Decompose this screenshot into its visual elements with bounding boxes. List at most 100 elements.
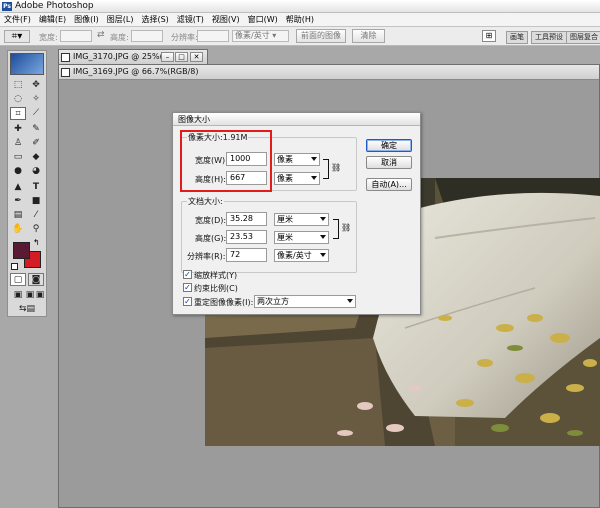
lasso-icon[interactable]: ◌ [10,93,26,106]
menu-image[interactable]: 图像(I) [70,13,103,26]
dialog-titlebar[interactable]: 图像大小 [173,113,420,126]
constrain-link-bracket [333,219,339,239]
clone-stamp-icon[interactable]: ♙ [10,137,26,150]
resample-label: 重定图像像素(I): [194,298,254,307]
menu-filter[interactable]: 滤镜(T) [173,13,208,26]
panel-tab-brushes[interactable]: 画笔 [506,31,528,44]
document-icon [61,53,70,62]
auto-button[interactable]: 自动(A)... [366,178,412,191]
paint-bucket-icon[interactable]: ◆ [28,151,44,164]
history-brush-icon[interactable]: ✐ [28,137,44,150]
standard-mode-icon[interactable]: ▢ [10,273,26,286]
menu-layer[interactable]: 图层(L) [103,13,138,26]
document-size-legend: 文档大小: [187,196,224,207]
menu-bar: 文件(F) 编辑(E) 图像(I) 图层(L) 选择(S) 滤镜(T) 视图(V… [0,13,600,27]
clear-button[interactable]: 清除 [352,29,385,43]
chevron-down-icon [320,253,326,257]
eraser-icon[interactable]: ▭ [10,151,26,164]
panel-tab-tool-presets[interactable]: 工具预设 [531,31,567,44]
menu-view[interactable]: 视图(V) [208,13,244,26]
toolbox: ⬚ ✥ ◌ ✧ ⌗ ⟋ ✚ ✎ ♙ ✐ ▭ ◆ ● ◕ ▲ T ✒ ■ ▤ ⁄ … [7,50,47,317]
path-selection-icon[interactable]: ▲ [10,181,26,194]
panel-tab-layer-comps[interactable]: 图层复合 [566,31,600,44]
maximize-button[interactable]: □ [175,52,188,62]
doc-height-input[interactable]: 23.53 [226,230,267,244]
document-titlebar[interactable]: IMG_3169.JPG @ 66.7%(RGB/8) [59,65,599,80]
scale-styles-checkbox[interactable]: ✓ [183,270,192,279]
type-icon[interactable]: T [28,181,44,194]
pen-icon[interactable]: ✒ [10,195,26,208]
screen-mode-full-icon[interactable]: ▣ [34,289,46,302]
option-unit-select[interactable]: 像素/英寸 ▾ [232,30,289,42]
option-width-field[interactable] [60,30,92,42]
chevron-down-icon [311,176,317,180]
constrain-proportions-checkbox[interactable]: ✓ [183,283,192,292]
pixel-height-unit-select[interactable]: 像素 [274,172,320,185]
palette-well-icon[interactable]: ⊞ [482,30,496,42]
hand-icon[interactable]: ✋ [10,223,26,236]
resolution-label: 分辨率(R): [187,252,226,261]
resample-method-select[interactable]: 两次立方 [254,295,356,308]
swap-icon[interactable]: ⇄ [97,30,105,40]
doc-width-input[interactable]: 35.28 [226,212,267,226]
highlight-box [180,130,272,192]
chain-link-icon: ⛓ [341,223,352,232]
chain-link-icon: ⛓ [331,163,342,172]
dialog-title: 图像大小 [178,115,210,124]
crop-tool-icon[interactable]: ⌗▾ [4,30,30,43]
menu-window[interactable]: 窗口(W) [244,13,282,26]
close-button[interactable]: ✕ [190,52,203,62]
marquee-icon[interactable]: ⬚ [10,79,26,92]
minimize-button[interactable]: – [161,52,174,62]
zoom-icon[interactable]: ⚲ [28,223,44,236]
healing-brush-icon[interactable]: ✚ [10,123,26,136]
default-colors-icon[interactable] [11,263,18,270]
option-resolution-field[interactable] [197,30,229,42]
jump-to-imageready-icon[interactable]: ⇆▤ [10,303,44,316]
photoshop-icon: Ps [2,2,12,11]
resolution-unit-select[interactable]: 像素/英寸 [274,249,329,262]
ok-button[interactable]: 确定 [366,139,412,152]
magic-wand-icon[interactable]: ✧ [28,93,44,106]
resample-checkbox[interactable]: ✓ [183,297,192,306]
document-icon [61,68,70,77]
title-bar: Ps Adobe Photoshop [0,0,600,13]
document-title: IMG_3169.JPG @ 66.7%(RGB/8) [73,67,199,76]
notes-icon[interactable]: ▤ [10,209,26,222]
blur-icon[interactable]: ● [10,165,26,178]
doc-height-label: 高度(G): [195,234,227,243]
shape-icon[interactable]: ■ [28,195,44,208]
menu-edit[interactable]: 编辑(E) [35,13,70,26]
slice-icon[interactable]: ⟋ [28,107,44,120]
resolution-input[interactable]: 72 [226,248,267,262]
front-image-button[interactable]: 前面的图像 [296,29,346,43]
pixel-width-unit-select[interactable]: 像素 [274,153,320,166]
foreground-color-swatch[interactable] [13,242,30,259]
scale-styles-label: 缩放样式(Y) [194,271,238,280]
app-title: Adobe Photoshop [15,1,94,11]
chevron-down-icon [311,157,317,161]
option-height-label: 高度: [110,33,129,42]
quick-mask-icon[interactable]: ◙ [28,273,44,286]
constrain-link-bracket [323,159,329,179]
crop-icon[interactable]: ⌗ [10,107,26,120]
doc-width-unit-select[interactable]: 厘米 [274,213,329,226]
menu-select[interactable]: 选择(S) [137,13,172,26]
constrain-proportions-label: 约束比例(C) [194,284,238,293]
dodge-icon[interactable]: ◕ [28,165,44,178]
feather-logo-icon[interactable] [10,53,44,75]
swap-colors-icon[interactable]: ↰ [33,238,40,247]
move-icon[interactable]: ✥ [28,79,44,92]
eyedropper-icon[interactable]: ⁄ [28,209,44,222]
chevron-down-icon [347,299,353,303]
menu-help[interactable]: 帮助(H) [282,13,318,26]
brush-icon[interactable]: ✎ [28,123,44,136]
chevron-down-icon [320,235,326,239]
chevron-down-icon [320,217,326,221]
doc-height-unit-select[interactable]: 厘米 [274,231,329,244]
option-height-field[interactable] [131,30,163,42]
doc-width-label: 宽度(D): [195,216,227,225]
cancel-button[interactable]: 取消 [366,156,412,169]
document-title: IMG_3170.JPG @ 25%(... [73,52,171,61]
menu-file[interactable]: 文件(F) [0,13,35,26]
